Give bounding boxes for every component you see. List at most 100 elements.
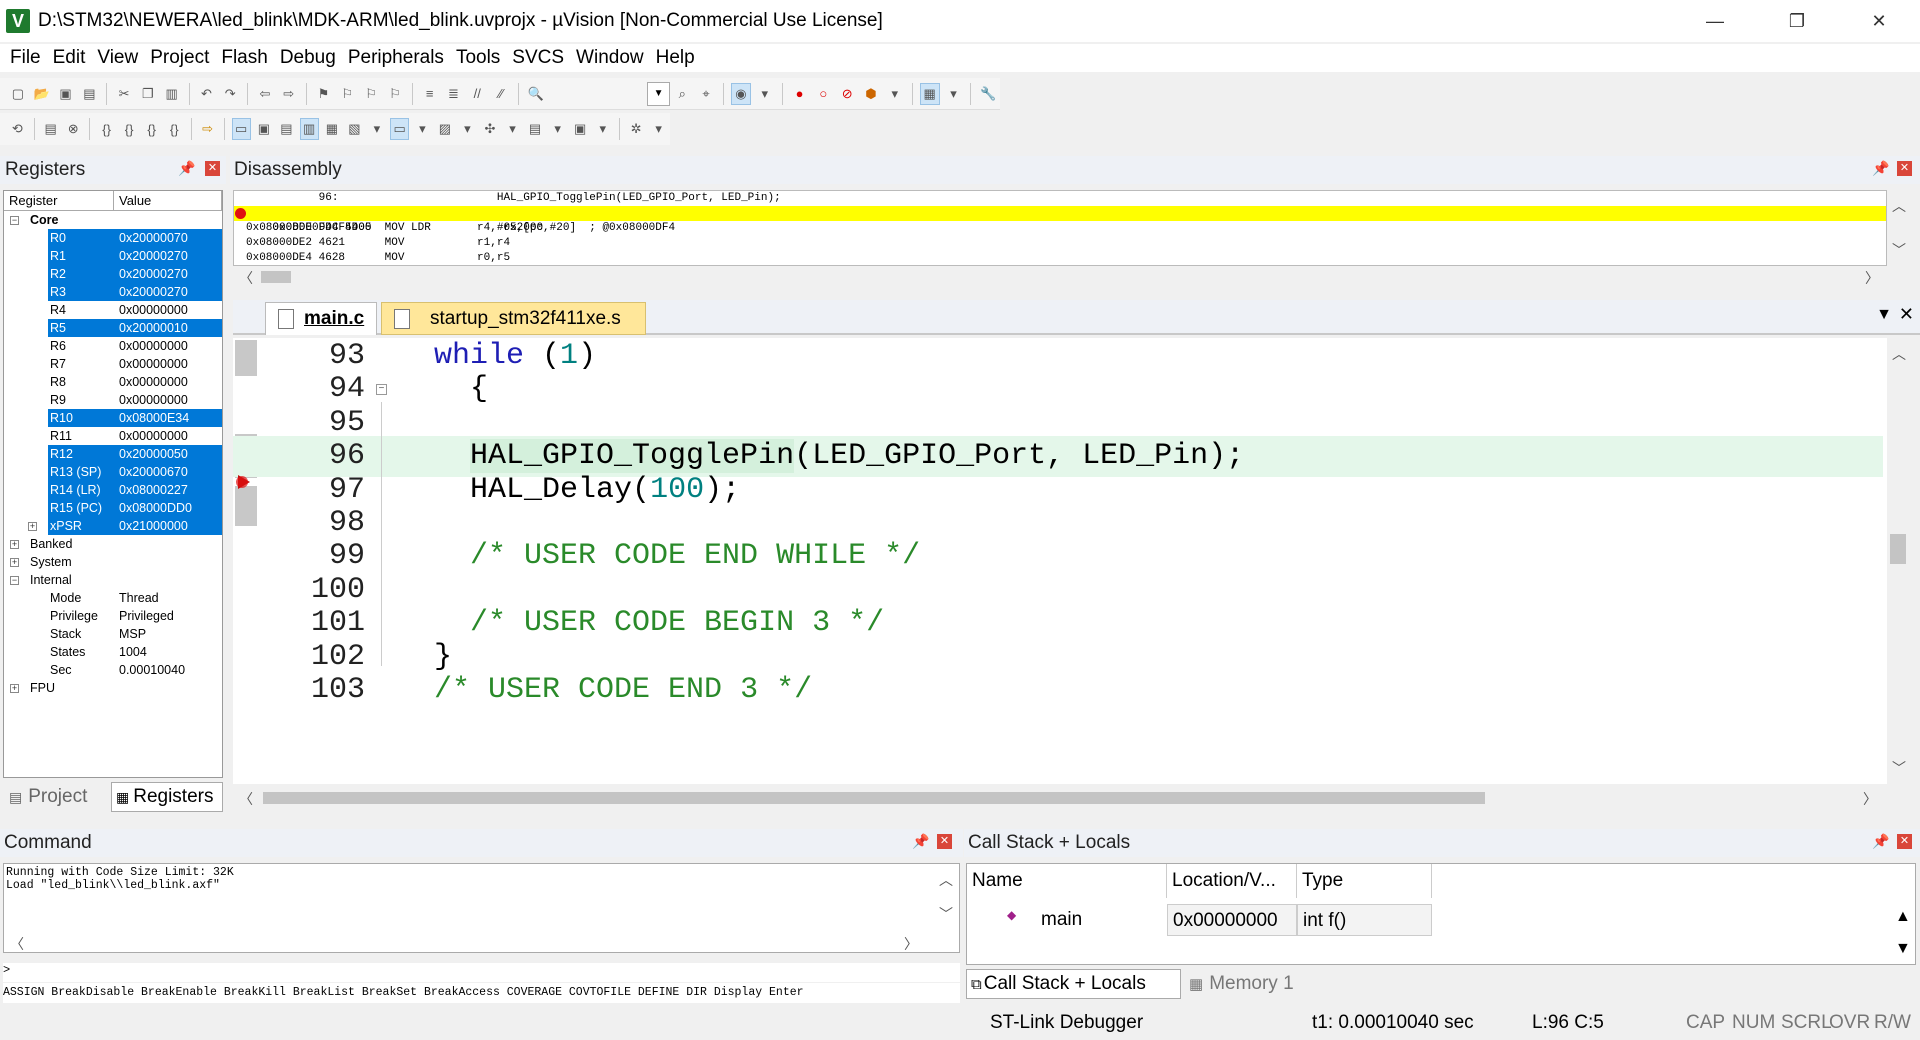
fpu-group[interactable]: + FPU <box>4 679 222 697</box>
menu-peripherals[interactable]: Peripherals <box>342 47 450 69</box>
register-row[interactable]: R2 0x20000270 <box>48 265 222 283</box>
register-value[interactable]: 0x20000050 <box>119 447 188 461</box>
menu-view[interactable]: View <box>91 47 144 69</box>
symbols-window-icon[interactable]: ▤ <box>277 118 296 140</box>
register-row[interactable]: R1 0x20000270 <box>48 247 222 265</box>
toolbox-dropdown-icon[interactable]: ▾ <box>649 118 668 140</box>
disassembly-pin-icon[interactable]: 📌 <box>1872 160 1889 177</box>
callstack-pin-icon[interactable]: 📌 <box>1872 833 1889 850</box>
next-bookmark-icon[interactable]: ⚐ <box>361 83 381 105</box>
register-row[interactable]: R11 0x00000000 <box>4 427 222 445</box>
register-value[interactable]: 0x20000070 <box>119 231 188 245</box>
trace-window-icon[interactable]: ▤ <box>526 118 545 140</box>
registers-window-icon[interactable]: ▥ <box>299 118 319 140</box>
indent-icon[interactable]: ≡ <box>420 83 440 105</box>
disassembly-hscroll[interactable]: 〈 〉 <box>233 267 1887 287</box>
register-value[interactable]: 0x00000000 <box>119 303 188 317</box>
close-tab-icon[interactable]: ✕ <box>1899 304 1914 325</box>
watch-window-icon[interactable]: ▧ <box>345 118 364 140</box>
find-icon[interactable]: ⌕ <box>672 83 692 105</box>
trace-dropdown-icon[interactable]: ▾ <box>548 118 567 140</box>
restore-button[interactable]: ❐ <box>1756 0 1838 42</box>
register-value[interactable]: 0x20000270 <box>119 249 188 263</box>
register-value[interactable]: 0x00000000 <box>119 429 188 443</box>
editor-hscroll[interactable]: 〈 〉 <box>233 788 1887 808</box>
prev-bookmark-icon[interactable]: ⚐ <box>337 83 357 105</box>
registers-pin-icon[interactable]: 📌 <box>178 160 195 177</box>
find-combo-dropdown[interactable]: ▼ <box>646 81 671 106</box>
name-column-header[interactable]: Name <box>967 864 1167 898</box>
disassembly-view[interactable]: 96: HAL_GPIO_TogglePin(LED_GPIO_Port, LE… <box>233 190 1887 266</box>
collapse-icon[interactable]: − <box>10 215 19 225</box>
register-column-header[interactable]: Register <box>4 191 114 210</box>
menu-help[interactable]: Help <box>650 47 701 69</box>
enable-breakpoint-icon[interactable]: ○ <box>813 83 833 105</box>
toolbox-icon[interactable]: ✲ <box>627 118 646 140</box>
menu-debug[interactable]: Debug <box>274 47 342 69</box>
breakpoint-dropdown-icon[interactable]: ▾ <box>885 83 905 105</box>
breakpoint-icon[interactable] <box>235 208 246 219</box>
callstack-close-icon[interactable]: ✕ <box>1897 834 1912 849</box>
registers-close-icon[interactable]: ✕ <box>205 161 220 176</box>
register-row[interactable]: R3 0x20000270 <box>48 283 222 301</box>
disassembly-window-icon[interactable]: ▣ <box>255 118 274 140</box>
register-row[interactable]: R4 0x00000000 <box>4 301 222 319</box>
step-into-icon[interactable]: {} <box>97 118 116 140</box>
registers-tab[interactable]: ▦ Registers <box>111 782 223 812</box>
cut-icon[interactable]: ✂ <box>114 83 134 105</box>
new-file-icon[interactable]: ▢ <box>8 83 28 105</box>
register-row[interactable]: R9 0x00000000 <box>4 391 222 409</box>
callstack-row-location[interactable]: 0x00000000 <box>1167 904 1297 936</box>
register-value[interactable]: 0x00000000 <box>119 357 188 371</box>
show-next-statement-icon[interactable]: ⇨ <box>198 118 217 140</box>
code-line[interactable]: 103 /* USER CODE END 3 */ <box>233 670 1883 711</box>
close-window-button[interactable]: ✕ <box>1838 0 1920 42</box>
step-out-icon[interactable]: {} <box>142 118 161 140</box>
call-stack-window-icon[interactable]: ▦ <box>323 118 342 140</box>
tab-startup-s[interactable]: startup_stm32f411xe.s <box>381 302 646 335</box>
step-over-icon[interactable]: {} <box>120 118 139 140</box>
internal-row[interactable]: States 1004 <box>4 643 222 661</box>
menu-window[interactable]: Window <box>570 47 650 69</box>
register-value[interactable]: 0x21000000 <box>119 519 188 533</box>
register-row[interactable]: R5 0x20000010 <box>48 319 222 337</box>
callstack-row-type[interactable]: int f() <box>1297 904 1432 936</box>
unindent-icon[interactable]: ≣ <box>444 83 464 105</box>
expand-icon[interactable]: + <box>10 683 19 693</box>
expand-icon[interactable]: + <box>28 521 37 531</box>
debug-session-icon[interactable]: ◉ <box>730 82 751 105</box>
stop-icon[interactable]: ⊗ <box>64 118 83 140</box>
reset-icon[interactable]: ⟲ <box>8 118 27 140</box>
find-in-files-icon[interactable]: 🔍 <box>526 83 546 105</box>
menu-tools[interactable]: Tools <box>450 47 506 69</box>
register-value[interactable]: 0x00000000 <box>119 375 188 389</box>
menu-edit[interactable]: Edit <box>47 47 92 69</box>
memory-window-icon[interactable]: ▭ <box>390 118 410 140</box>
tab-main-c[interactable]: main.c <box>265 302 377 335</box>
nav-forward-icon[interactable]: ⇨ <box>279 83 299 105</box>
comment-icon[interactable]: // <box>467 83 487 105</box>
code-editor[interactable]: 93 while (1) 94 {−95 96 HAL_GPIO_TogglePin… <box>233 338 1887 784</box>
command-pin-icon[interactable]: 📌 <box>912 833 929 850</box>
menu-file[interactable]: File <box>4 47 47 69</box>
location-column-header[interactable]: Location/V... <box>1167 864 1297 898</box>
internal-group[interactable]: − Internal <box>4 571 222 589</box>
window-layout-dropdown-icon[interactable]: ▾ <box>944 83 964 105</box>
core-group[interactable]: − Core <box>4 211 222 229</box>
internal-row[interactable]: Privilege Privileged <box>4 607 222 625</box>
register-value[interactable]: 0x08000DD0 <box>119 501 192 515</box>
type-column-header[interactable]: Type <box>1297 864 1432 898</box>
clear-bookmarks-icon[interactable]: ⚐ <box>385 83 405 105</box>
register-row[interactable]: R12 0x20000050 <box>48 445 222 463</box>
register-row[interactable]: xPSR 0x21000000 + <box>28 517 222 535</box>
register-row[interactable]: R7 0x00000000 <box>4 355 222 373</box>
register-value[interactable]: 0x20000670 <box>119 465 188 479</box>
register-value[interactable]: 0x20000010 <box>119 321 188 335</box>
collapse-icon[interactable]: − <box>10 575 19 585</box>
callstack-row-name[interactable]: main <box>1036 904 1167 936</box>
project-tab[interactable]: ▤ Project <box>3 782 111 812</box>
save-all-icon[interactable]: ▤ <box>79 83 99 105</box>
analysis-dropdown-icon[interactable]: ▾ <box>503 118 522 140</box>
copy-icon[interactable]: ❐ <box>138 83 158 105</box>
command-window-icon[interactable]: ▭ <box>231 118 251 140</box>
